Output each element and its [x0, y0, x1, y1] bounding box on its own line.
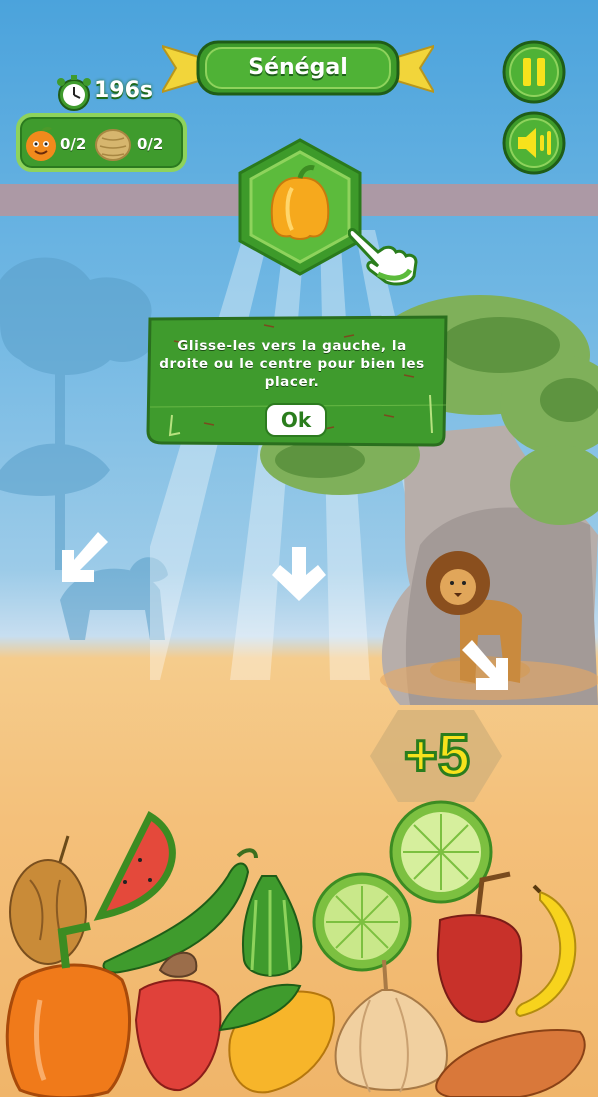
cashew-apple-icon [134, 951, 222, 1092]
ok-button[interactable]: Ok [265, 403, 327, 437]
arrow-down-icon [272, 547, 326, 601]
fruit-pile [5, 800, 586, 1097]
mango-icon [218, 983, 335, 1094]
tuber-icon [95, 129, 131, 161]
pointing-hand-icon [348, 228, 418, 286]
bitter-gourd-icon [241, 875, 303, 977]
pause-button[interactable] [502, 40, 566, 104]
orange-character-icon [26, 126, 56, 161]
onion-icon [334, 959, 448, 1093]
lime-slice-icon [312, 872, 412, 972]
arrow-down-left-icon [62, 532, 108, 582]
stopwatch-icon [57, 75, 91, 111]
watermelon-icon [93, 811, 176, 921]
dried-date-icon [9, 835, 87, 965]
pause-icon [523, 58, 531, 86]
tutorial-message: Glisse-les vers la gauche, la droite ou … [159, 338, 425, 390]
tuber-counter: 0/2 [137, 135, 164, 153]
level-title: Sénégal [248, 54, 348, 80]
score-popup-text: +5 [402, 721, 471, 789]
sweet-potato-icon [435, 1029, 586, 1097]
arrow-down-right-icon [462, 640, 508, 690]
banana-icon [515, 884, 577, 1018]
sound-button[interactable] [502, 111, 566, 175]
orange-counter: 0/2 [60, 135, 87, 153]
timer-value: 196s [94, 78, 154, 103]
lime-slice-icon [389, 800, 493, 904]
